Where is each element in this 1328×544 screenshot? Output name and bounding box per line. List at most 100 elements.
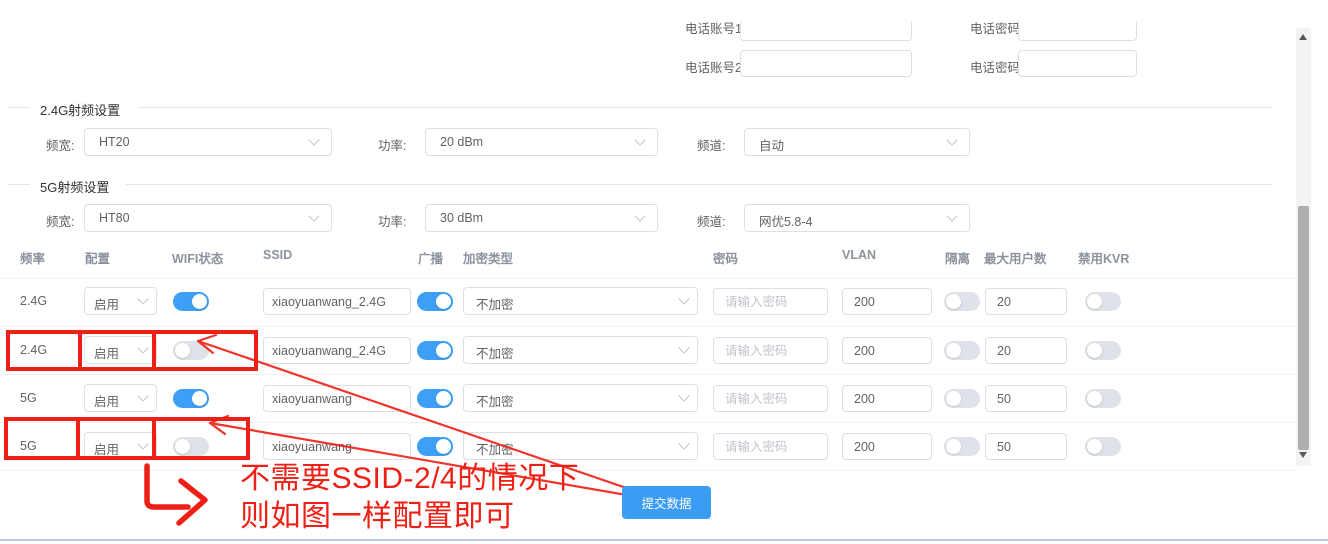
scrollbar-up-arrow-icon[interactable] — [1299, 34, 1307, 40]
chevron-down-icon — [308, 134, 319, 145]
ssid-input[interactable] — [263, 337, 411, 364]
col-header-encryption: 加密类型 — [463, 248, 513, 267]
chevron-down-icon — [946, 210, 957, 221]
toggle-knob — [436, 439, 451, 454]
col-header-config: 配置 — [85, 248, 110, 267]
table-border — [0, 326, 1296, 327]
chevron-down-icon — [678, 390, 689, 401]
chevron-down-icon — [678, 342, 689, 353]
config-select[interactable]: 启用 — [84, 384, 157, 412]
chevron-down-icon — [678, 293, 689, 304]
scrollbar-down-arrow-icon[interactable] — [1299, 452, 1307, 458]
col-header-broadcast: 广播 — [418, 248, 443, 267]
scrollbar-thumb[interactable] — [1298, 206, 1309, 450]
power-label-5g: 功率: — [378, 211, 406, 230]
chevron-down-icon — [946, 134, 957, 145]
toggle-knob — [436, 343, 451, 358]
annotation-line-1: 不需要SSID-2/4的情况下 — [240, 460, 579, 498]
kvr-toggle[interactable] — [1085, 437, 1121, 456]
col-header-kvr: 禁用KVR — [1078, 248, 1129, 267]
chevron-down-icon — [137, 390, 148, 401]
col-header-freq: 频率 — [20, 248, 45, 267]
isolation-toggle[interactable] — [944, 437, 980, 456]
annotation-box-row2 — [6, 330, 258, 371]
col-header-ssid: SSID — [263, 248, 292, 262]
max-users-input[interactable] — [985, 337, 1067, 364]
broadcast-toggle[interactable] — [417, 292, 453, 311]
vlan-input[interactable] — [842, 337, 932, 364]
channel-select-24g[interactable]: 自动 — [744, 128, 970, 156]
wifi-status-toggle[interactable] — [173, 389, 209, 408]
col-header-wifi-state: WIFI状态 — [172, 248, 223, 267]
broadcast-toggle[interactable] — [417, 341, 453, 360]
table-border — [0, 278, 1296, 279]
submit-data-button[interactable]: 提交数据 — [622, 486, 711, 519]
toggle-knob — [946, 391, 961, 406]
encryption-select[interactable]: 不加密 — [463, 336, 698, 364]
encryption-select[interactable]: 不加密 — [463, 287, 698, 315]
table-border — [0, 470, 1296, 471]
wifi-status-toggle[interactable] — [173, 292, 209, 311]
bandwidth-select-5g[interactable]: HT80 — [84, 204, 332, 232]
bandwidth-select-24g[interactable]: HT20 — [84, 128, 332, 156]
power-label-24g: 功率: — [378, 135, 406, 154]
max-users-input[interactable] — [985, 433, 1067, 460]
toggle-knob — [1087, 439, 1102, 454]
section-divider-dash — [8, 184, 30, 185]
encryption-select[interactable]: 不加密 — [463, 432, 698, 460]
phone-account-2-input[interactable] — [740, 50, 912, 77]
broadcast-toggle[interactable] — [417, 389, 453, 408]
toggle-knob — [1087, 343, 1102, 358]
chevron-down-icon — [137, 293, 148, 304]
phone-row-1-clipped: 电话账号1 电话密码1 — [0, 21, 1328, 42]
annotation-line-2: 则如图一样配置即可 — [240, 498, 579, 536]
annotation-box-divider — [152, 417, 156, 460]
channel-label-24g: 频道: — [697, 135, 725, 154]
toggle-knob — [1087, 294, 1102, 309]
toggle-knob — [946, 343, 961, 358]
channel-label-5g: 频道: — [697, 211, 725, 230]
max-users-input[interactable] — [985, 288, 1067, 315]
password-input[interactable] — [713, 433, 828, 460]
toggle-knob — [946, 294, 961, 309]
vlan-input[interactable] — [842, 288, 932, 315]
section-divider-dash — [8, 107, 30, 108]
channel-select-5g[interactable]: 网优5.8-4 — [744, 204, 970, 232]
toggle-knob — [436, 294, 451, 309]
password-input[interactable] — [713, 385, 828, 412]
chevron-down-icon — [634, 210, 645, 221]
phone-account-2-label: 电话账号2 — [685, 57, 742, 76]
encryption-select[interactable]: 不加密 — [463, 384, 698, 412]
password-input[interactable] — [713, 288, 828, 315]
power-select-24g[interactable]: 20 dBm — [425, 128, 658, 156]
col-header-max-users: 最大用户数 — [984, 248, 1047, 267]
vlan-input[interactable] — [842, 433, 932, 460]
phone-password-1-input[interactable] — [1018, 21, 1137, 41]
phone-password-2-input[interactable] — [1018, 50, 1137, 77]
max-users-input[interactable] — [985, 385, 1067, 412]
config-select[interactable]: 启用 — [84, 287, 157, 315]
section-title-5g: 5G射频设置 — [40, 177, 109, 196]
vlan-input[interactable] — [842, 385, 932, 412]
broadcast-toggle[interactable] — [417, 437, 453, 456]
bottom-divider — [0, 539, 1328, 541]
isolation-toggle[interactable] — [944, 292, 980, 311]
toggle-knob — [1087, 391, 1102, 406]
bandwidth-label-5g: 频宽: — [46, 211, 74, 230]
ssid-input[interactable] — [263, 433, 411, 460]
kvr-toggle[interactable] — [1085, 389, 1121, 408]
isolation-toggle[interactable] — [944, 389, 980, 408]
chevron-down-icon — [308, 210, 319, 221]
power-select-5g[interactable]: 30 dBm — [425, 204, 658, 232]
kvr-toggle[interactable] — [1085, 341, 1121, 360]
kvr-toggle[interactable] — [1085, 292, 1121, 311]
annotation-note: 不需要SSID-2/4的情况下 则如图一样配置即可 — [240, 460, 579, 536]
section-divider-line — [126, 184, 1272, 185]
password-input[interactable] — [713, 337, 828, 364]
ssid-input[interactable] — [263, 385, 411, 412]
isolation-toggle[interactable] — [944, 341, 980, 360]
phone-account-1-input[interactable] — [740, 21, 912, 41]
annotation-box-divider — [78, 330, 82, 371]
red-arrow-annotation — [0, 0, 1328, 544]
ssid-input[interactable] — [263, 288, 411, 315]
